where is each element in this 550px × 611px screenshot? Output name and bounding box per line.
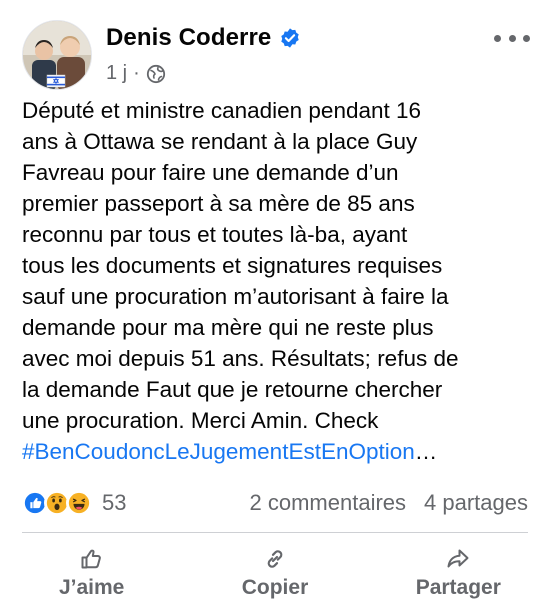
post-text-line: la demande Faut que je retourne chercher (22, 377, 443, 402)
post-text-line: Député et ministre canadien pendant 16 (22, 98, 422, 123)
copy-button[interactable]: Copier (183, 540, 366, 606)
post-text-line: sauf une procuration m’autorisant à fair… (22, 284, 449, 309)
haha-icon (66, 490, 92, 516)
post-header: Denis Coderre 1 j · (22, 20, 530, 92)
facebook-post: Denis Coderre 1 j · Député et ministre c… (0, 0, 550, 611)
shares-count[interactable]: 4 partages (424, 490, 528, 516)
post-text-line: Favreau pour faire une demande d’un (22, 160, 399, 185)
thumbs-up-icon (81, 549, 101, 569)
copy-label: Copier (241, 576, 309, 599)
share-button[interactable]: Partager (367, 540, 550, 606)
post-text: Député et ministre canadien pendant 16 a… (22, 95, 532, 467)
author-name[interactable]: Denis Coderre (106, 24, 271, 52)
share-arrow-icon (447, 549, 469, 568)
reaction-count: 53 (102, 490, 127, 515)
verified-badge-icon (279, 27, 301, 49)
more-dot-icon (494, 34, 501, 42)
avatar-photo (23, 21, 91, 89)
post-text-line: reconnu par tous et toutes là-ba, ayant (22, 222, 408, 247)
post-meta: 1 j · (106, 62, 166, 85)
engagement-counts: 2 commentaires 4 partages (250, 490, 528, 516)
reactions-summary[interactable]: 53 (22, 490, 126, 516)
share-label: Partager (415, 576, 501, 599)
meta-separator: · (133, 62, 140, 84)
see-more-ellipsis[interactable]: … (415, 439, 438, 464)
post-text-line: avec moi depuis 51 ans. Résultats; refus… (22, 346, 459, 371)
author-row: Denis Coderre (106, 24, 301, 52)
like-button[interactable]: J’aime (0, 540, 183, 606)
more-dot-icon (523, 34, 530, 42)
post-text-line: premier passeport à sa mère de 85 ans (22, 191, 415, 216)
globe-icon (146, 64, 166, 84)
post-text-line: tous les documents et signatures requise… (22, 253, 443, 278)
hashtag-link[interactable]: #BenCoudoncLeJugementEstEnOption (22, 439, 415, 464)
post-text-line: ans à Ottawa se rendant à la place Guy (22, 129, 418, 154)
post-time[interactable]: 1 j (106, 62, 127, 85)
avatar[interactable] (22, 20, 92, 90)
link-icon (267, 550, 283, 568)
post-text-line: demande pour ma mère qui ne reste plus (22, 315, 434, 340)
more-options-button[interactable] (494, 28, 530, 48)
action-bar: J’aime Copier Partager (0, 540, 550, 606)
more-dot-icon (508, 34, 516, 42)
divider (22, 532, 528, 533)
like-label: J’aime (58, 576, 125, 599)
comments-count[interactable]: 2 commentaires (250, 490, 407, 516)
post-stats: 53 2 commentaires 4 partages (22, 487, 528, 519)
post-text-line: une procuration. Merci Amin. Check (22, 408, 379, 433)
hashtag-line: #BenCoudoncLeJugementEstEnOption… (22, 436, 532, 467)
